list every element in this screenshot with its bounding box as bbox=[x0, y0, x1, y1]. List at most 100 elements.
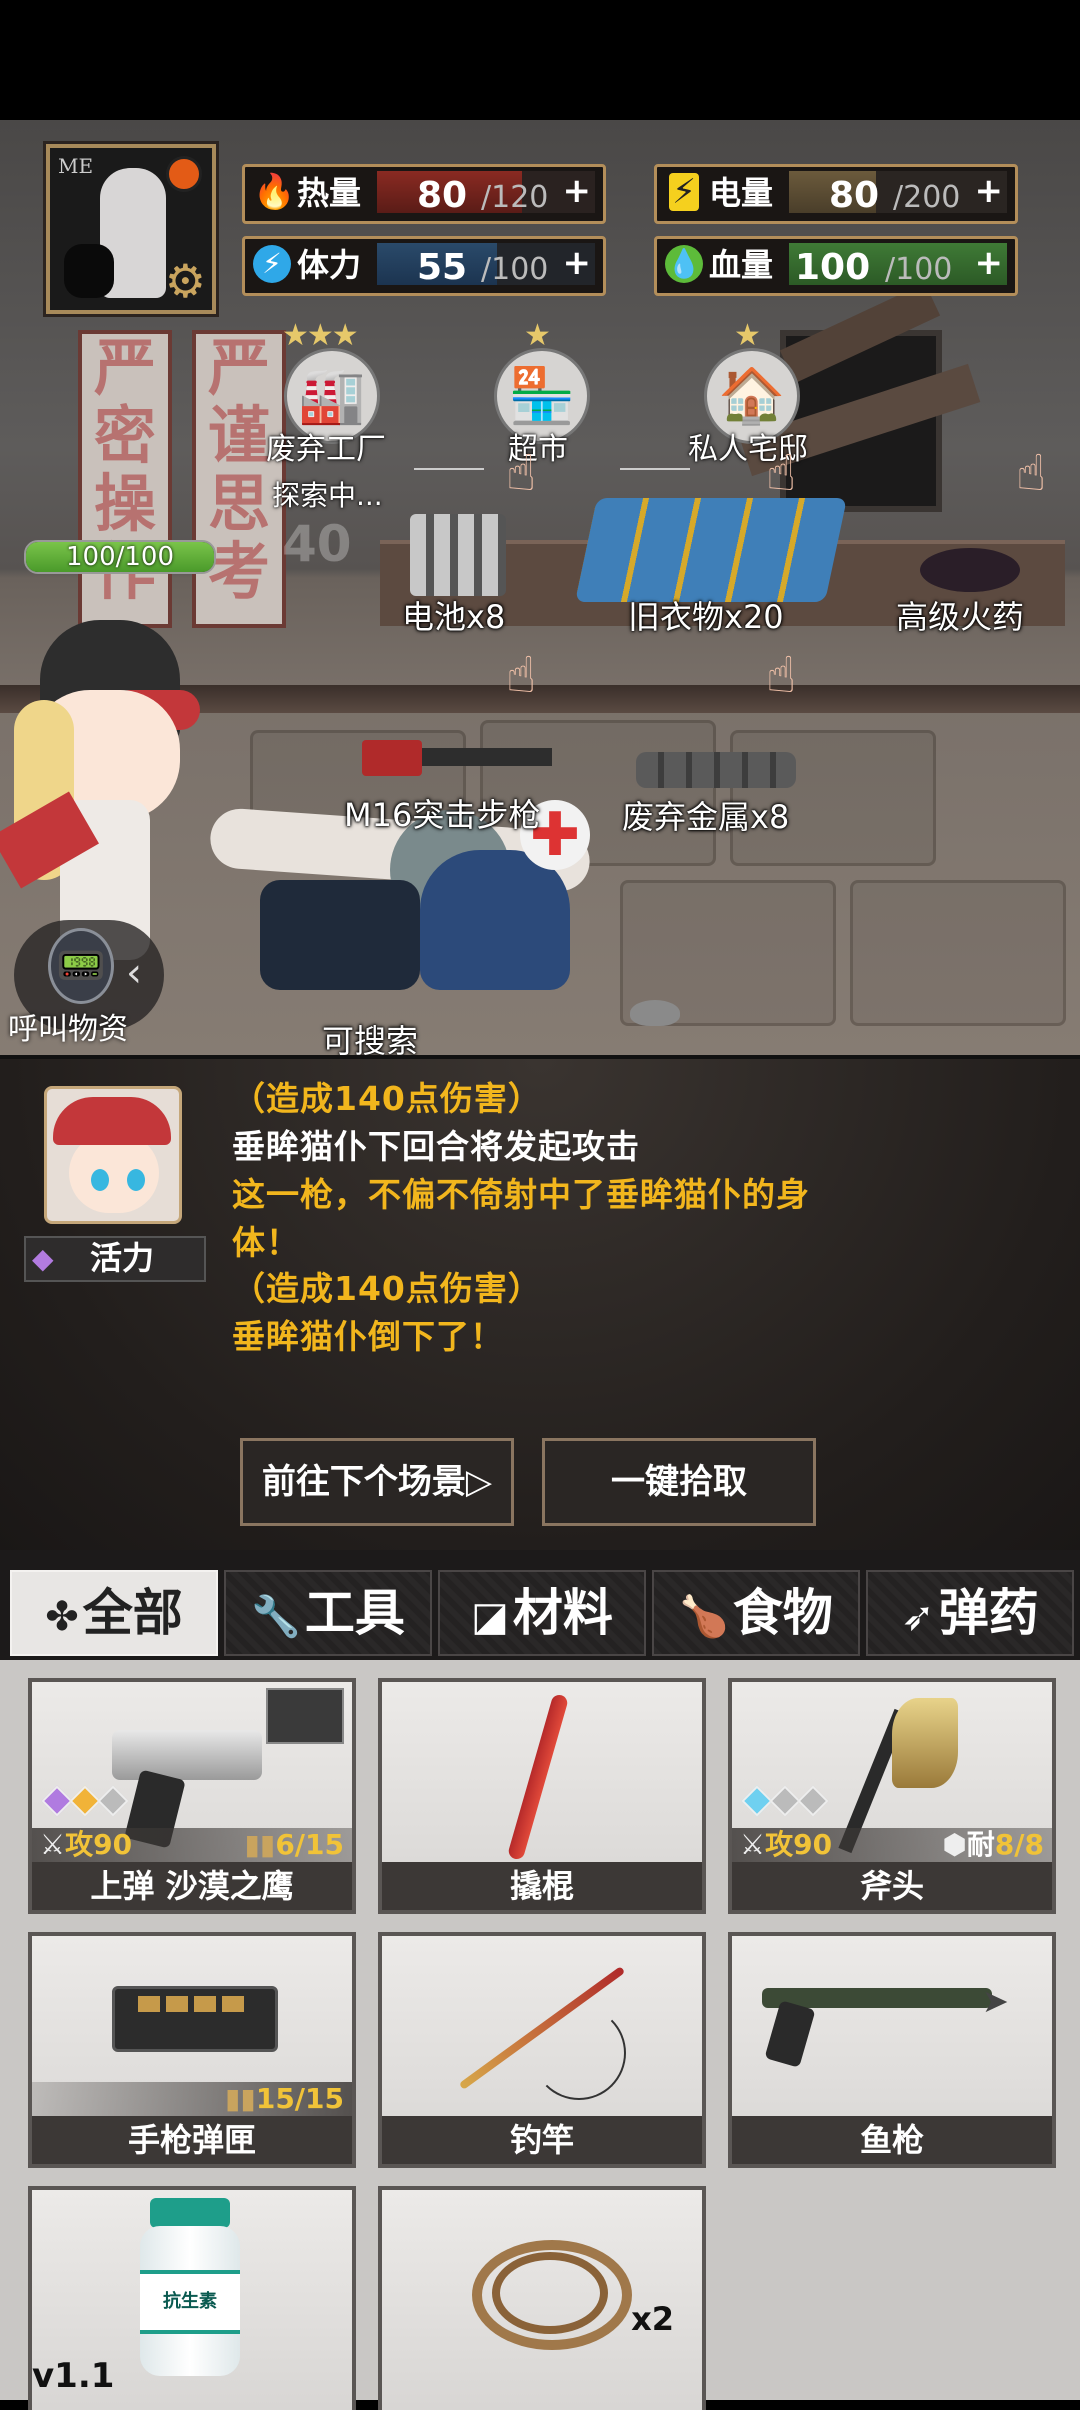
cartridges bbox=[138, 1996, 248, 2012]
item-count: x2 bbox=[631, 2300, 674, 2338]
log-line: 垂眸猫仆倒下了！ bbox=[232, 1317, 504, 1356]
player-avatar-button[interactable]: ME ⚙ bbox=[46, 144, 216, 314]
hand-pointer-icon: ☝ bbox=[766, 646, 797, 704]
gear-icon[interactable]: ⚙ bbox=[165, 258, 206, 304]
log-line: （造成140点伤害） bbox=[232, 1079, 542, 1118]
stat-health-label: 血量 bbox=[709, 246, 774, 284]
item-stats: ⚔攻90 ⬢耐8/8 bbox=[732, 1828, 1052, 1862]
next-scene-button[interactable]: 前往下个场景▷ bbox=[240, 1438, 514, 1526]
gunpowder-item-icon[interactable] bbox=[920, 548, 1020, 592]
add-health-button[interactable]: + bbox=[975, 243, 1004, 283]
battery-item-label[interactable]: 电池x8 bbox=[402, 592, 505, 638]
pickup-all-button[interactable]: 一键拾取 bbox=[542, 1438, 816, 1526]
item-name: 鱼枪 bbox=[732, 2116, 1052, 2164]
bullets-icon: ▮▮ bbox=[244, 1828, 276, 1861]
tab-tools[interactable]: 🔧工具 bbox=[224, 1570, 432, 1656]
attack-stat: ⚔攻90 bbox=[40, 1828, 132, 1862]
trait-label: 活力 bbox=[90, 1239, 155, 1277]
wall-brick bbox=[850, 880, 1066, 1026]
metal-item-icon[interactable] bbox=[636, 752, 796, 788]
tab-label: 食物 bbox=[732, 1584, 833, 1642]
portrait-face bbox=[69, 1133, 159, 1213]
rifle-item-label[interactable]: M16突击步枪 bbox=[344, 790, 540, 836]
tab-materials[interactable]: ◪材料 bbox=[438, 1570, 646, 1656]
character-portrait[interactable] bbox=[44, 1086, 182, 1224]
lightning-icon: ⚡ bbox=[253, 245, 291, 283]
inventory-item-axe[interactable]: ⚔攻90 ⬢耐8/8 斧头 bbox=[728, 1678, 1056, 1914]
location-stars: ★★★ bbox=[282, 318, 359, 353]
item-stats: ⚔攻90 ▮▮6/15 bbox=[32, 1828, 352, 1862]
log-line: 这一枪，不偏不倚射中了垂眸猫仆的身 bbox=[232, 1175, 810, 1214]
stat-health-max: /100 bbox=[885, 252, 953, 287]
rarity-gem-icon bbox=[797, 1785, 829, 1817]
rarity-gem-icon bbox=[769, 1785, 801, 1817]
location-status: 探索中... bbox=[272, 479, 383, 512]
inventory-item-rope[interactable]: x2 bbox=[378, 2186, 706, 2410]
stat-stamina-max: /100 bbox=[481, 252, 549, 287]
bullet-icon: ➶ bbox=[901, 1594, 935, 1640]
stat-stamina-label: 体力 bbox=[297, 246, 362, 284]
inventory-item-speargun[interactable]: ➤ 鱼枪 bbox=[728, 1932, 1056, 2168]
inventory-item-fishing-rod[interactable]: 钓竿 bbox=[378, 1932, 706, 2168]
clover-icon: ✤ bbox=[45, 1594, 79, 1640]
fishing-line bbox=[532, 2006, 626, 2100]
hand-pointer-icon: ☝ bbox=[766, 444, 797, 502]
gunpowder-item-label[interactable]: 高级火药 bbox=[896, 592, 1024, 638]
ammo-stat: ▮▮15/15 bbox=[225, 2082, 344, 2116]
wrench-icon: 🔧 bbox=[251, 1594, 301, 1640]
blood-drop-icon: 💧 bbox=[665, 245, 703, 283]
tab-all[interactable]: ✤全部 bbox=[10, 1570, 218, 1656]
battery-item-icon[interactable] bbox=[410, 514, 506, 596]
avatar-cat bbox=[64, 244, 114, 298]
hand-pointer-icon: ☝ bbox=[506, 646, 537, 704]
item-name: 上弹 沙漠之鹰 bbox=[32, 1862, 352, 1910]
avatar-badge: ME bbox=[58, 154, 94, 178]
flame-icon: 🔥 bbox=[253, 172, 296, 212]
route-arrow bbox=[414, 468, 484, 470]
slogan-banner-left: 严密操作 bbox=[78, 330, 172, 628]
inventory-item-pistol-magazine[interactable]: ▮▮15/15 手枪弹匣 bbox=[28, 1932, 356, 2168]
clothes-item-label[interactable]: 旧衣物x20 bbox=[628, 592, 784, 638]
rubble bbox=[630, 1000, 680, 1026]
call-supply-label[interactable]: 呼叫物资 bbox=[8, 1004, 128, 1048]
stat-heat: 🔥 热量 80 /120 + bbox=[242, 164, 606, 224]
durability-stat: ⬢耐8/8 bbox=[942, 1828, 1044, 1862]
durability-value: 8/8 bbox=[994, 1828, 1044, 1861]
item-name: 撬棍 bbox=[382, 1862, 702, 1910]
clothes-item-icon[interactable] bbox=[574, 498, 848, 602]
item-name: 钓竿 bbox=[382, 2116, 702, 2164]
stat-power: ⚡ 电量 80 /200 + bbox=[654, 164, 1018, 224]
crossed-swords-icon: ⚔ bbox=[40, 1828, 66, 1861]
rarity-gem-icon bbox=[69, 1785, 101, 1817]
rarity-gem-icon bbox=[741, 1785, 773, 1817]
rarity-gem-icon bbox=[41, 1785, 73, 1817]
crowbar-icon bbox=[506, 1693, 570, 1861]
stat-power-value: 80 bbox=[829, 175, 880, 216]
stat-power-max: /200 bbox=[893, 180, 961, 215]
rifle-stock bbox=[362, 740, 422, 776]
notification-dot bbox=[166, 156, 202, 192]
status-bar-area bbox=[0, 0, 1080, 120]
tab-food[interactable]: 🍗食物 bbox=[652, 1570, 860, 1656]
bottle-cap bbox=[150, 2198, 230, 2228]
player-hp-bar: 100/100 bbox=[24, 540, 216, 574]
meat-icon: 🍗 bbox=[679, 1594, 729, 1640]
hand-pointer-icon: ☝ bbox=[506, 444, 537, 502]
log-line: （造成140点伤害） bbox=[232, 1269, 542, 1308]
add-stamina-button[interactable]: + bbox=[563, 243, 592, 283]
inventory-item-desert-eagle[interactable]: ⚔攻90 ▮▮6/15 上弹 沙漠之鹰 bbox=[28, 1678, 356, 1914]
metal-item-label[interactable]: 废弃金属x8 bbox=[622, 792, 789, 838]
ammo-value: 15/15 bbox=[255, 2082, 344, 2115]
walkie-talkie-icon: 📟 bbox=[48, 928, 114, 1004]
tab-label: 全部 bbox=[82, 1584, 183, 1642]
tab-ammo[interactable]: ➶弹药 bbox=[866, 1570, 1074, 1656]
item-name: 斧头 bbox=[732, 1862, 1052, 1910]
hand-pointer-icon: ☝ bbox=[1016, 444, 1047, 502]
portrait-eye bbox=[91, 1169, 109, 1191]
add-heat-button[interactable]: + bbox=[563, 171, 592, 211]
stat-heat-label: 热量 bbox=[297, 174, 362, 212]
rope-coil bbox=[492, 2252, 608, 2334]
add-power-button[interactable]: + bbox=[975, 171, 1004, 211]
inventory-item-crowbar[interactable]: 撬棍 bbox=[378, 1678, 706, 1914]
faded-number: 40 bbox=[282, 515, 352, 573]
